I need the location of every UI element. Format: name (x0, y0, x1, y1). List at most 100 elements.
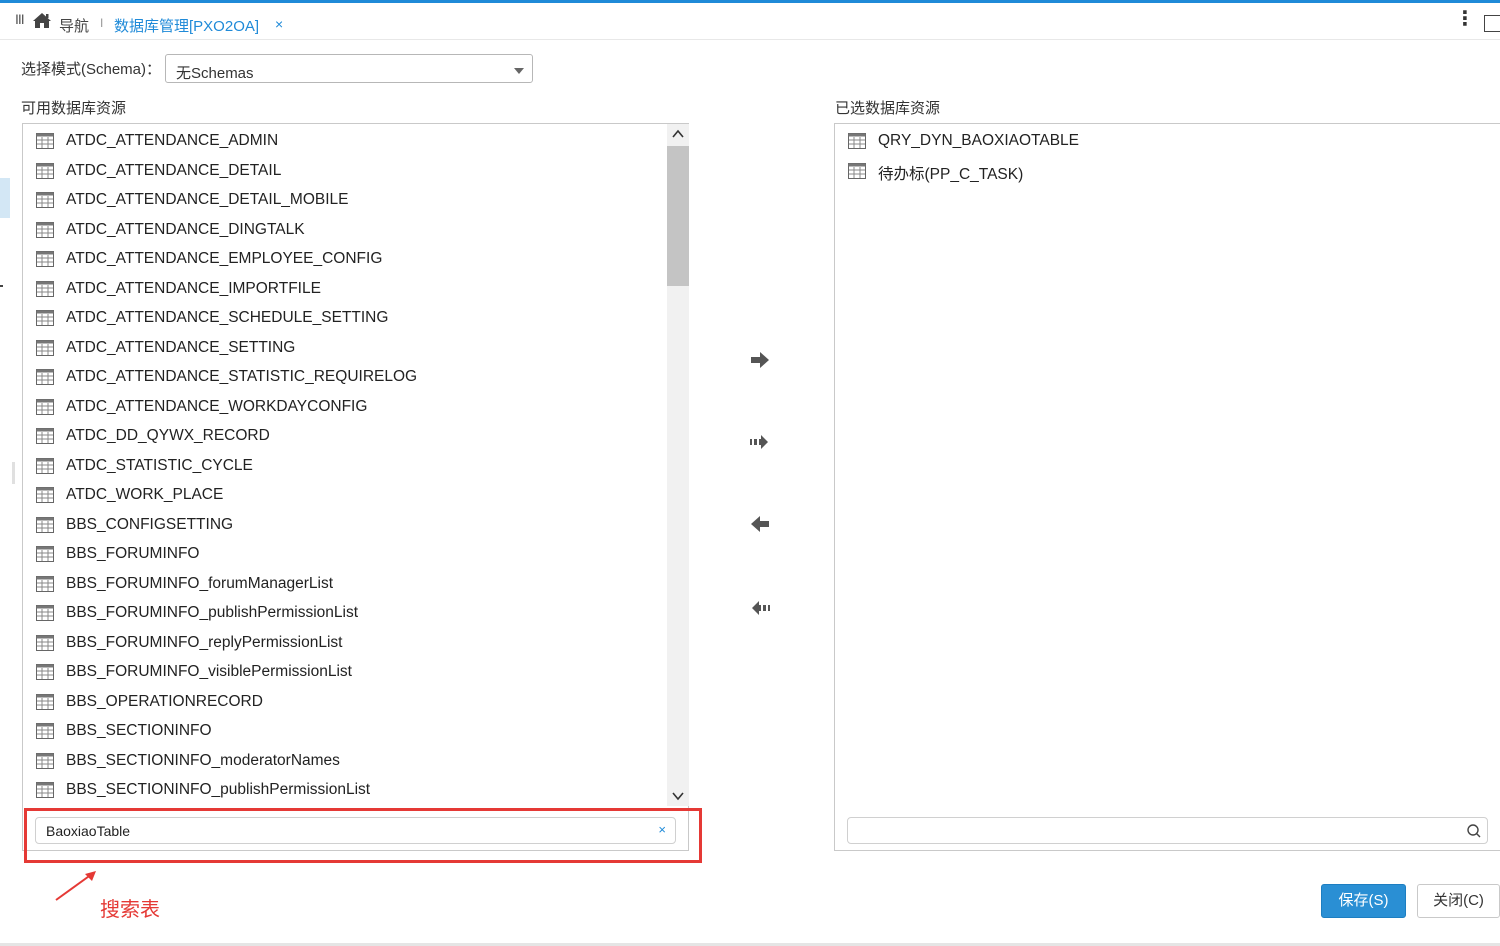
list-item-label: ATDC_ATTENDANCE_WORKDAYCONFIG (66, 397, 368, 415)
list-item[interactable]: ATDC_ATTENDANCE_DETAIL_MOBILE (23, 185, 666, 214)
arrow-right-icon (751, 352, 769, 368)
move-all-left-button[interactable] (748, 596, 772, 620)
scrollbar-thumb[interactable] (667, 146, 689, 286)
list-item[interactable]: ATDC_ATTENDANCE_WORKDAYCONFIG (23, 392, 666, 421)
move-left-button[interactable] (748, 512, 772, 536)
schema-label: 选择模式(Schema)： (21, 61, 162, 78)
table-icon (36, 605, 54, 626)
scrollbar[interactable] (667, 124, 689, 806)
table-icon (36, 398, 54, 420)
table-icon (36, 693, 54, 715)
scroll-up-icon[interactable] (671, 127, 685, 141)
schema-select[interactable]: 无Schemas (165, 54, 533, 83)
move-all-right-button[interactable] (748, 430, 772, 454)
list-item-label: 待办标(PP_C_TASK) (878, 165, 1024, 183)
selected-resources-list: QRY_DYN_BAOXIAOTABLE 待办标(PP_C_TASK) (835, 124, 1478, 806)
table-icon (36, 428, 54, 449)
list-item-label: ATDC_ATTENDANCE_SCHEDULE_SETTING (66, 309, 389, 326)
tab-database-management[interactable]: 数据库管理[PXO2OA] (114, 15, 259, 36)
list-item-label: BBS_FORUMINFO (66, 545, 200, 562)
annotation-arrow-icon (55, 871, 96, 901)
list-item-label: ATDC_WORK_PLACE (66, 486, 224, 503)
search-highlight-box (24, 808, 702, 863)
list-item[interactable]: BBS_FORUMINFO_forumManagerList (23, 569, 666, 598)
home-icon[interactable] (32, 12, 52, 34)
side-indicator (0, 178, 10, 218)
list-item-label: BBS_OPERATIONRECORD (66, 692, 263, 710)
menu-toggle-icon[interactable]: III (15, 11, 25, 27)
list-item-label: BBS_SECTIONINFO_publishPermissionList (66, 781, 371, 798)
table-icon (36, 516, 54, 538)
header-separator: I (100, 16, 104, 30)
list-item[interactable]: BBS_SECTIONINFO_moderatorNames (23, 746, 666, 775)
table-icon (36, 546, 54, 567)
selected-resources-title: 已选数据库资源 (835, 100, 941, 117)
list-item[interactable]: BBS_FORUMINFO (23, 539, 666, 568)
top-bar: III 导航 I 数据库管理[PXO2OA] × ⋮ (0, 0, 1500, 40)
list-item[interactable]: BBS_SECTIONINFO (23, 716, 666, 745)
list-item-label: ATDC_ATTENDANCE_ADMIN (66, 132, 279, 149)
chevron-down-icon (514, 68, 524, 74)
table-icon (36, 369, 54, 390)
list-item-label: ATDC_ATTENDANCE_STATISTIC_REQUIRELOG (66, 368, 418, 385)
list-item[interactable]: BBS_OPERATIONRECORD (23, 687, 666, 716)
table-icon (36, 221, 54, 243)
close-button[interactable]: 关闭(C) (1417, 884, 1500, 918)
list-item-label: QRY_DYN_BAOXIAOTABLE (878, 132, 1080, 149)
table-icon (36, 487, 54, 508)
available-resources-title: 可用数据库资源 (21, 100, 127, 117)
annotation-label: 搜索表 (100, 899, 160, 921)
nav-label[interactable]: 导航 (59, 15, 89, 36)
search-icon[interactable] (1466, 823, 1482, 839)
table-icon (848, 133, 866, 154)
available-resources-list: ATDC_ATTENDANCE_ADMIN ATDC_ATTENDANCE_DET… (23, 124, 666, 806)
table-icon (36, 457, 54, 479)
move-right-button[interactable] (748, 348, 772, 372)
list-item-label: ATDC_ATTENDANCE_SETTING (66, 338, 296, 356)
list-item-label: BBS_FORUMINFO_forumManagerList (66, 574, 334, 592)
table-icon (36, 310, 54, 331)
scroll-down-icon[interactable] (671, 789, 685, 803)
table-icon (848, 162, 866, 184)
list-item[interactable]: ATDC_ATTENDANCE_STATISTIC_REQUIRELOG (23, 362, 666, 391)
list-item-label: ATDC_STATISTIC_CYCLE (66, 456, 253, 474)
list-item[interactable]: ATDC_ATTENDANCE_ADMIN (23, 126, 666, 155)
list-item-label: ATDC_DD_QYWX_RECORD (66, 427, 270, 444)
list-item-label: BBS_CONFIGSETTING (66, 515, 234, 533)
list-item[interactable]: BBS_FORUMINFO_replyPermissionList (23, 628, 666, 657)
selected-search-input[interactable] (847, 817, 1488, 844)
list-item[interactable]: BBS_FORUMINFO_publishPermissionList (23, 598, 666, 627)
list-item[interactable]: ATDC_WORK_PLACE (23, 480, 666, 509)
list-item-label: BBS_SECTIONINFO_moderatorNames (66, 751, 340, 769)
list-item[interactable]: QRY_DYN_BAOXIAOTABLE (835, 126, 1478, 155)
table-icon (36, 723, 54, 744)
list-item[interactable]: ATDC_STATISTIC_CYCLE (23, 451, 666, 480)
list-item-label: BBS_FORUMINFO_replyPermissionList (66, 633, 343, 651)
list-item-label: ATDC_ATTENDANCE_IMPORTFILE (66, 279, 321, 297)
more-options-icon[interactable]: ⋮ (1455, 9, 1475, 29)
list-item[interactable]: BBS_SECTIONINFO_publishPermissionList (23, 775, 666, 804)
list-item[interactable]: ATDC_DD_QYWX_RECORD (23, 421, 666, 450)
list-item-label: BBS_FORUMINFO_publishPermissionList (66, 604, 359, 621)
table-icon (36, 339, 54, 361)
table-icon (36, 664, 54, 685)
list-item[interactable]: ATDC_ATTENDANCE_EMPLOYEE_CONFIG (23, 244, 666, 273)
list-item[interactable]: BBS_CONFIGSETTING (23, 510, 666, 539)
list-item[interactable]: ATDC_ATTENDANCE_SCHEDULE_SETTING (23, 303, 666, 332)
arrow-left-icon (751, 516, 769, 532)
list-item[interactable]: ATDC_ATTENDANCE_DETAIL (23, 156, 666, 185)
side-resizer[interactable] (12, 462, 15, 484)
list-item[interactable]: ATDC_ATTENDANCE_IMPORTFILE (23, 274, 666, 303)
save-button[interactable]: 保存(S) (1321, 884, 1406, 918)
side-mark (0, 285, 3, 287)
maximize-icon[interactable] (1484, 15, 1500, 32)
table-icon (36, 133, 54, 154)
table-icon (36, 251, 54, 272)
list-item-label: ATDC_ATTENDANCE_DETAIL (66, 161, 282, 179)
list-item[interactable]: 待办标(PP_C_TASK) (835, 156, 1478, 185)
list-item[interactable]: ATDC_ATTENDANCE_DINGTALK (23, 215, 666, 244)
list-item[interactable]: ATDC_ATTENDANCE_SETTING (23, 333, 666, 362)
tab-close-icon[interactable]: × (275, 16, 283, 32)
list-item[interactable]: BBS_FORUMINFO_visiblePermissionList (23, 657, 666, 686)
table-icon (36, 162, 54, 184)
